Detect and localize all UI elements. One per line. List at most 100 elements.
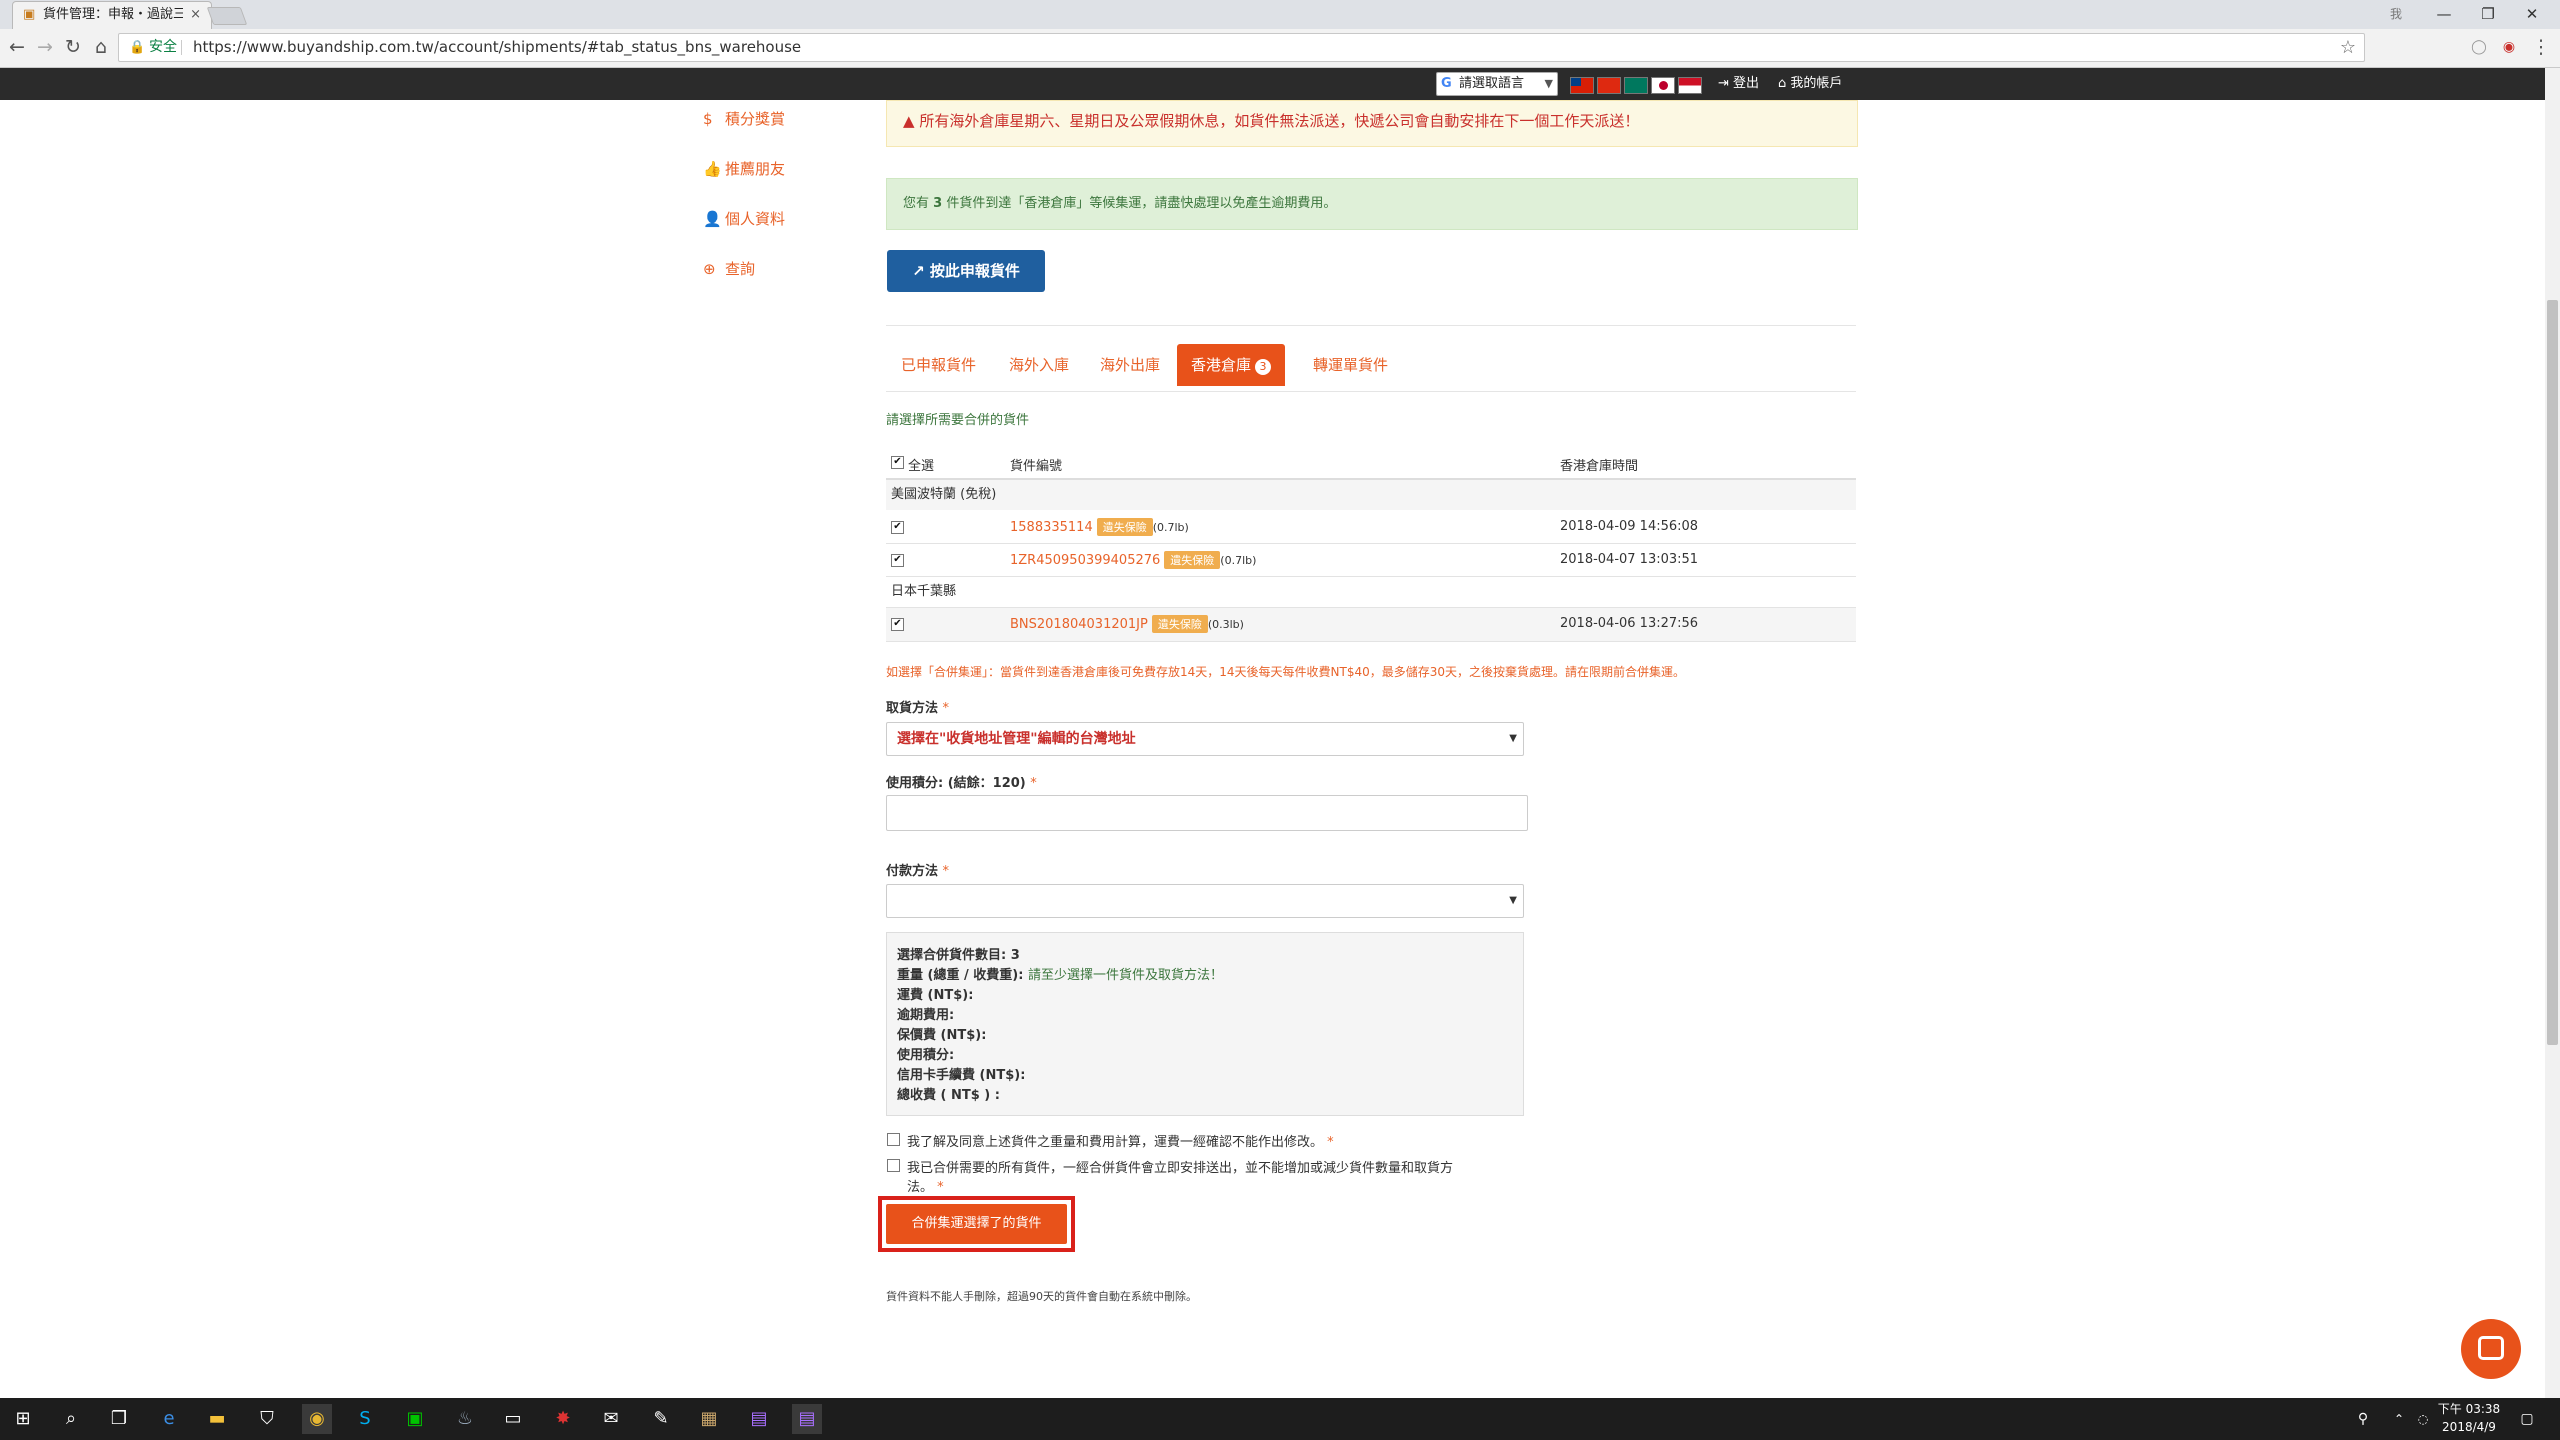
twitch-icon[interactable]: ▤ — [744, 1404, 774, 1434]
reload-icon[interactable]: ↻ — [60, 34, 86, 60]
flag-japan-icon[interactable] — [1651, 77, 1675, 94]
row-divider — [886, 543, 1856, 544]
sidebar-item-points[interactable]: $ 積分獎賞 — [703, 108, 785, 129]
select-caret-icon: ▼ — [1509, 895, 1517, 906]
store-icon[interactable]: ⛉ — [252, 1404, 282, 1434]
warehouse-holiday-alert: ▲ 所有海外倉庫星期六、星期日及公眾假期休息，如貨件無法派送，快遞公司會自動安排… — [886, 100, 1858, 147]
task-view-icon[interactable]: ❐ — [104, 1404, 134, 1434]
search-icon[interactable]: ⌕ — [56, 1404, 86, 1434]
edge-browser-icon[interactable]: e — [154, 1404, 184, 1434]
address-separator — [181, 40, 182, 55]
new-tab-button[interactable] — [206, 7, 248, 25]
merge-shipments-button[interactable]: 合併集運選擇了的貨件 — [886, 1204, 1067, 1244]
payment-method-select[interactable]: ▼ — [886, 884, 1524, 918]
tracking-link[interactable]: 1ZR450950399405276 — [1010, 553, 1160, 568]
chevron-down-icon: ▼ — [1544, 77, 1553, 90]
tools-icon[interactable]: ✎ — [646, 1404, 676, 1434]
lifebuoy-icon: ⊕ — [703, 260, 716, 278]
chat-icon — [2478, 1336, 2504, 1360]
mail-icon[interactable]: ✉ — [596, 1404, 626, 1434]
summary-weight-value: 請至少選擇一件貨件及取貨方法！ — [1027, 968, 1223, 983]
pickup-label-text: 取貨方法 — [886, 701, 939, 716]
media-icon[interactable]: ▦ — [694, 1404, 724, 1434]
select-all-label: 全選 — [908, 459, 935, 474]
arrival-info-alert: 您有 3 件貨件到達「香港倉庫」等候集運，請盡快處理以免產生逾期費用。 — [886, 178, 1858, 230]
select-caret-icon: ▼ — [1509, 733, 1517, 744]
declare-shipment-button[interactable]: ↗ 按此申報貨件 — [887, 250, 1045, 292]
sidebar-item-referral[interactable]: 👍 推薦朋友 — [703, 158, 785, 179]
scrollbar-thumb[interactable] — [2547, 300, 2558, 1045]
merge-summary-box: 選擇合併貨件數目: 3 重量 (總重 / 收費重): 請至少選擇一件貨件及取貨方… — [886, 932, 1524, 1116]
address-bar[interactable]: 🔒 安全 https://www.buyandship.com.tw/accou… — [118, 33, 2365, 62]
minimize-button[interactable]: — — [2424, 0, 2464, 29]
pickup-method-select[interactable]: 選擇在"收貨地址管理"編輯的台灣地址 ▼ — [886, 722, 1524, 756]
bookmark-star-icon[interactable]: ☆ — [2340, 34, 2356, 61]
warehouse-time-header: 香港倉庫時間 — [1560, 459, 1639, 474]
agree-weight-label: 我了解及同意上述貨件之重量和費用計算，運費一經確認不能作出修改。 — [907, 1135, 1324, 1150]
summary-count: 選擇合併貨件數目: 3 — [897, 944, 1020, 963]
browser-tab-strip: ▣ 貨件管理：申報・過說三 × 我 — ❐ ✕ — [0, 0, 2560, 30]
thumbs-up-icon: 👍 — [703, 160, 722, 178]
tab-declared[interactable]: 已申報貨件 — [901, 344, 976, 386]
skype-icon[interactable]: S — [350, 1404, 380, 1434]
row-checkbox[interactable]: ✔ — [891, 554, 904, 567]
flag-taiwan-icon[interactable] — [1570, 77, 1594, 94]
flag-hongkong-icon[interactable] — [1597, 77, 1621, 94]
insurance-badge: 遺失保險 — [1164, 551, 1221, 569]
language-select[interactable]: G 請選取語言 ▼ — [1436, 72, 1558, 96]
sidebar-item-profile[interactable]: 👤 個人資料 — [703, 208, 785, 229]
close-window-button[interactable]: ✕ — [2512, 0, 2552, 29]
tab-hk-warehouse[interactable]: 香港倉庫 3 — [1177, 344, 1286, 386]
file-explorer-icon[interactable]: ▬ — [202, 1404, 232, 1434]
browser-tab[interactable]: ▣ 貨件管理：申報・過說三 × — [12, 1, 212, 30]
browser-menu-icon[interactable]: ⋮ — [2528, 34, 2554, 60]
profile-button[interactable]: 我 — [2376, 0, 2416, 29]
row-checkbox[interactable]: ✔ — [891, 521, 904, 534]
payment-label-text: 付款方法 — [886, 864, 939, 879]
extension-icon[interactable]: ◯ — [2466, 34, 2492, 60]
account-link[interactable]: ⌂ 我的帳戶 — [1778, 68, 1842, 100]
tab-overseas-inbound[interactable]: 海外入庫 — [1009, 344, 1069, 386]
logout-link[interactable]: ⇥ 登出 — [1718, 68, 1759, 100]
steam-icon[interactable]: ♨ — [450, 1404, 480, 1434]
windows-start-icon[interactable]: ⊞ — [8, 1404, 38, 1434]
url-text[interactable]: https://www.buyandship.com.tw/account/sh… — [193, 34, 801, 61]
tab-overseas-outbound[interactable]: 海外出庫 — [1100, 344, 1160, 386]
agree-weight-checkbox[interactable] — [887, 1133, 900, 1146]
line-app-icon[interactable]: ▣ — [400, 1404, 430, 1434]
summary-total: 總收費 ( NT$ ) : — [897, 1088, 1000, 1103]
terminal-icon[interactable]: ▭ — [498, 1404, 528, 1434]
table-row: 1ZR450950399405276 遺失保險 (0.7lb) — [1010, 551, 1256, 569]
system-clock[interactable]: 下午 03:38 2018/4/9 — [2432, 1400, 2506, 1436]
select-all-checkbox[interactable]: ✔ — [891, 456, 904, 469]
back-arrow-icon[interactable]: ← — [4, 34, 30, 60]
twitch-active-icon[interactable]: ▤ — [792, 1404, 822, 1434]
sidebar-item-enquiry[interactable]: ⊕ 查詢 — [703, 258, 755, 279]
row-checkbox[interactable]: ✔ — [891, 618, 904, 631]
notifications-icon[interactable]: ▢ — [2512, 1404, 2542, 1434]
flag-singapore-icon[interactable] — [1678, 77, 1702, 94]
extension-shield-icon[interactable]: ◉ — [2496, 34, 2522, 60]
tracking-link[interactable]: 1588335114 — [1010, 520, 1093, 535]
live-chat-button[interactable] — [2461, 1319, 2521, 1379]
box-favicon-icon: ▣ — [23, 7, 36, 22]
tab-count-badge: 3 — [1255, 359, 1272, 375]
points-input[interactable] — [886, 795, 1528, 831]
app-icon[interactable]: ✸ — [548, 1404, 578, 1434]
required-mark: * — [937, 1180, 944, 1195]
agree-merge-checkbox[interactable] — [887, 1159, 900, 1172]
maximize-button[interactable]: ❐ — [2468, 0, 2508, 29]
home-icon[interactable]: ⌂ — [88, 34, 114, 60]
people-icon[interactable]: ⚲ — [2348, 1404, 2378, 1434]
summary-insurance: 保價費 (NT$): — [897, 1028, 987, 1043]
tab-close-icon[interactable]: × — [190, 2, 201, 28]
summary-overdue: 逾期費用: — [897, 1008, 955, 1023]
chrome-icon[interactable]: ◉ — [302, 1404, 332, 1434]
forward-arrow-icon[interactable]: → — [32, 34, 58, 60]
insurance-badge: 遺失保險 — [1096, 518, 1153, 536]
flag-macau-icon[interactable] — [1624, 77, 1648, 94]
tab-transfer[interactable]: 轉運單貨件 — [1313, 344, 1388, 386]
pickup-method-label: 取貨方法 * — [886, 697, 949, 716]
agree-weight-text: 我了解及同意上述貨件之重量和費用計算，運費一經確認不能作出修改。 * — [907, 1131, 1334, 1150]
tracking-link[interactable]: BNS201804031201JP — [1010, 617, 1148, 632]
